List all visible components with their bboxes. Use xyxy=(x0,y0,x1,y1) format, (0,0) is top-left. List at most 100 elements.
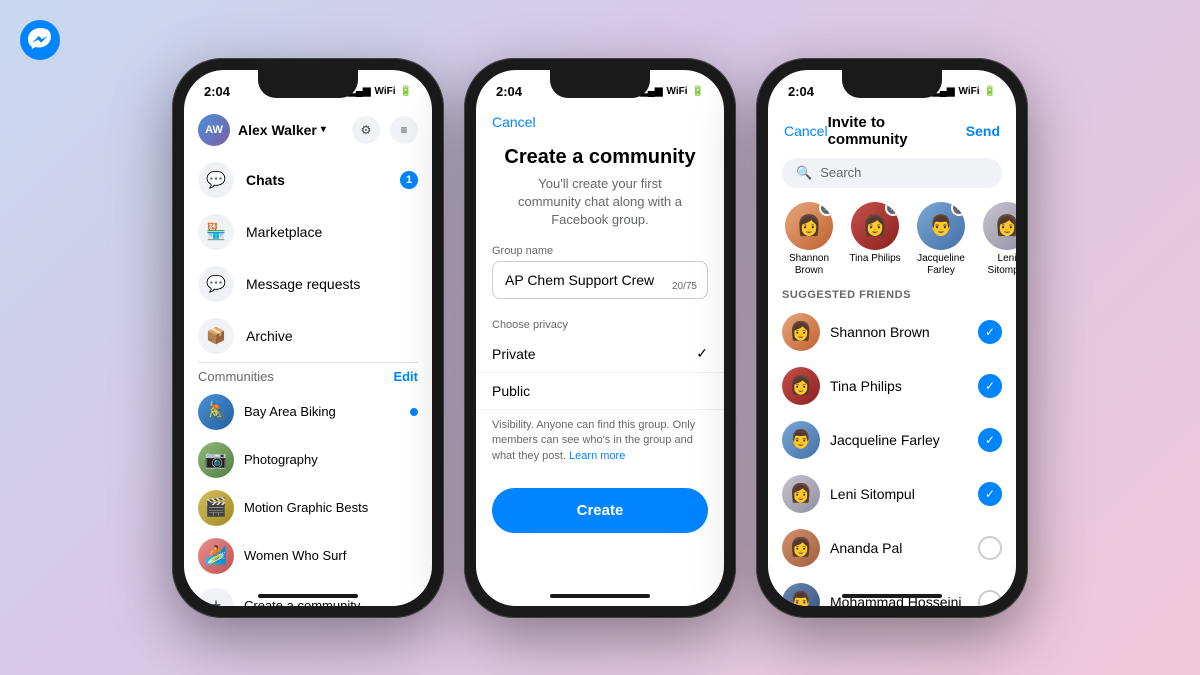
create-community-label: Create a community xyxy=(244,598,360,606)
friend-leni[interactable]: 👩 Leni Sitompul ✓ xyxy=(768,467,1016,521)
search-placeholder: Search xyxy=(820,165,861,180)
friend-jacqueline[interactable]: 👨 Jacqueline Farley ✓ xyxy=(768,413,1016,467)
friend-shannon[interactable]: 👩 Shannon Brown ✓ xyxy=(768,305,1016,359)
jacqueline-avatar: 👨 xyxy=(782,421,820,459)
archive-icon: 📦 xyxy=(198,318,234,354)
p2-public-label: Public xyxy=(492,383,530,399)
user-name[interactable]: Alex Walker ▾ xyxy=(238,122,326,138)
jacqueline-check[interactable]: ✓ xyxy=(978,428,1002,452)
status-icons-1: ▂▄▆ WiFi 🔋 xyxy=(348,86,412,97)
messenger-logo xyxy=(20,20,60,65)
motion-graphic-label: Motion Graphic Bests xyxy=(244,500,368,515)
chats-label: Chats xyxy=(246,172,285,188)
p3-search-bar[interactable]: 🔍 Search xyxy=(782,158,1002,188)
notch-2 xyxy=(550,70,650,98)
p2-title: Create a community xyxy=(476,134,724,175)
phone-2: 2:04 ▂▄▆ WiFi 🔋 Cancel Create a communit… xyxy=(464,58,736,618)
community-women-surf[interactable]: 🏄 Women Who Surf xyxy=(184,532,432,580)
bay-area-biking-dot xyxy=(410,408,418,416)
p2-group-name-section: Group name AP Chem Support Crew 20/75 xyxy=(476,245,724,307)
bay-area-biking-label: Bay Area Biking xyxy=(244,404,336,419)
phones-container: 2:04 ▂▄▆ WiFi 🔋 AW Alex Walker ▾ ⚙ xyxy=(172,58,1028,618)
selected-leni[interactable]: 👩 × Leni Sitompul xyxy=(980,202,1016,277)
home-indicator-1 xyxy=(258,594,358,598)
remove-shannon-btn[interactable]: × xyxy=(819,202,833,216)
chats-icon: 💬 xyxy=(198,162,234,198)
menu-button[interactable]: ≡ xyxy=(390,116,418,144)
user-initials: AW xyxy=(205,124,223,136)
p3-top-bar: Cancel Invite to community Send xyxy=(768,106,1016,152)
p1-header: AW Alex Walker ▾ ⚙ ≡ xyxy=(184,106,432,154)
selected-jacqueline[interactable]: 👨 × Jacqueline Farley xyxy=(914,202,968,277)
selected-shannon[interactable]: 👩 × Shannon Brown xyxy=(782,202,836,277)
communities-edit[interactable]: Edit xyxy=(393,369,418,384)
home-indicator-2 xyxy=(550,594,650,598)
selected-tina[interactable]: 👩 × Tina Philips xyxy=(848,202,902,277)
friend-mohammad[interactable]: 👨 Mohammad Hosseini xyxy=(768,575,1016,606)
remove-jacqueline-btn[interactable]: × xyxy=(951,202,965,216)
nav-item-archive[interactable]: 📦 Archive xyxy=(184,310,432,362)
shannon-check[interactable]: ✓ xyxy=(978,320,1002,344)
user-avatar[interactable]: AW xyxy=(198,114,230,146)
marketplace-icon: 🏪 xyxy=(198,214,234,250)
home-indicator-3 xyxy=(842,594,942,598)
mohammad-check[interactable] xyxy=(978,590,1002,606)
p2-private-check: ✓ xyxy=(696,345,708,362)
p2-cancel-button[interactable]: Cancel xyxy=(492,114,536,130)
p2-visibility-text: Visibility. Anyone can find this group. … xyxy=(476,410,724,472)
friend-tina[interactable]: 👩 Tina Philips ✓ xyxy=(768,359,1016,413)
search-icon: 🔍 xyxy=(796,165,812,181)
create-community-icon: + xyxy=(198,588,234,606)
shannon-avatar: 👩 xyxy=(782,313,820,351)
community-photography[interactable]: 📷 Photography xyxy=(184,436,432,484)
p2-private-label: Private xyxy=(492,346,536,362)
p2-subtitle: You'll create your first community chat … xyxy=(476,175,724,246)
create-community-item[interactable]: + Create a community xyxy=(184,580,432,606)
p2-char-count: 20/75 xyxy=(672,281,697,292)
marketplace-label: Marketplace xyxy=(246,224,322,240)
ananda-name: Ananda Pal xyxy=(830,540,968,556)
women-surf-label: Women Who Surf xyxy=(244,548,346,563)
message-requests-label: Message requests xyxy=(246,276,360,292)
bay-area-biking-avatar: 🚴 xyxy=(198,394,234,430)
selected-shannon-avatar: 👩 × xyxy=(785,202,833,250)
notch-1 xyxy=(258,70,358,98)
selected-avatars: 👩 × Shannon Brown 👩 × Tina Philips 👨 xyxy=(768,194,1016,285)
chats-badge: 1 xyxy=(400,171,418,189)
tina-name: Tina Philips xyxy=(830,378,968,394)
header-icons: ⚙ ≡ xyxy=(352,116,418,144)
mohammad-avatar: 👨 xyxy=(782,583,820,606)
settings-button[interactable]: ⚙ xyxy=(352,116,380,144)
photography-label: Photography xyxy=(244,452,318,467)
phone-3: 2:04 ▂▄▆ WiFi 🔋 Cancel Invite to communi… xyxy=(756,58,1028,618)
p2-create-button[interactable]: Create xyxy=(492,488,708,533)
communities-label: Communities xyxy=(198,369,274,384)
friend-ananda[interactable]: 👩 Ananda Pal xyxy=(768,521,1016,575)
p3-send-button[interactable]: Send xyxy=(966,123,1000,139)
p2-group-name-input[interactable]: AP Chem Support Crew 20/75 xyxy=(492,261,708,299)
motion-graphic-avatar: 🎬 xyxy=(198,490,234,526)
leni-check[interactable]: ✓ xyxy=(978,482,1002,506)
p3-cancel-button[interactable]: Cancel xyxy=(784,123,828,139)
p2-option-private[interactable]: Private ✓ xyxy=(476,335,724,373)
nav-item-message-requests[interactable]: 💬 Message requests xyxy=(184,258,432,310)
ananda-avatar: 👩 xyxy=(782,529,820,567)
status-icons-2: ▂▄▆ WiFi 🔋 xyxy=(640,86,704,97)
women-surf-avatar: 🏄 xyxy=(198,538,234,574)
time-2: 2:04 xyxy=(496,84,522,99)
nav-item-marketplace[interactable]: 🏪 Marketplace xyxy=(184,206,432,258)
selected-tina-avatar: 👩 × xyxy=(851,202,899,250)
tina-check[interactable]: ✓ xyxy=(978,374,1002,398)
notch-3 xyxy=(842,70,942,98)
remove-tina-btn[interactable]: × xyxy=(885,202,899,216)
community-motion-graphic[interactable]: 🎬 Motion Graphic Bests xyxy=(184,484,432,532)
ananda-check[interactable] xyxy=(978,536,1002,560)
communities-header: Communities Edit xyxy=(184,363,432,388)
tina-avatar: 👩 xyxy=(782,367,820,405)
nav-item-chats[interactable]: 💬 Chats 1 xyxy=(184,154,432,206)
jacqueline-name: Jacqueline Farley xyxy=(830,432,968,448)
status-icons-3: ▂▄▆ WiFi 🔋 xyxy=(932,86,996,97)
p2-option-public[interactable]: Public xyxy=(476,373,724,410)
p2-learn-more[interactable]: Learn more xyxy=(569,450,625,462)
community-bay-area-biking[interactable]: 🚴 Bay Area Biking xyxy=(184,388,432,436)
